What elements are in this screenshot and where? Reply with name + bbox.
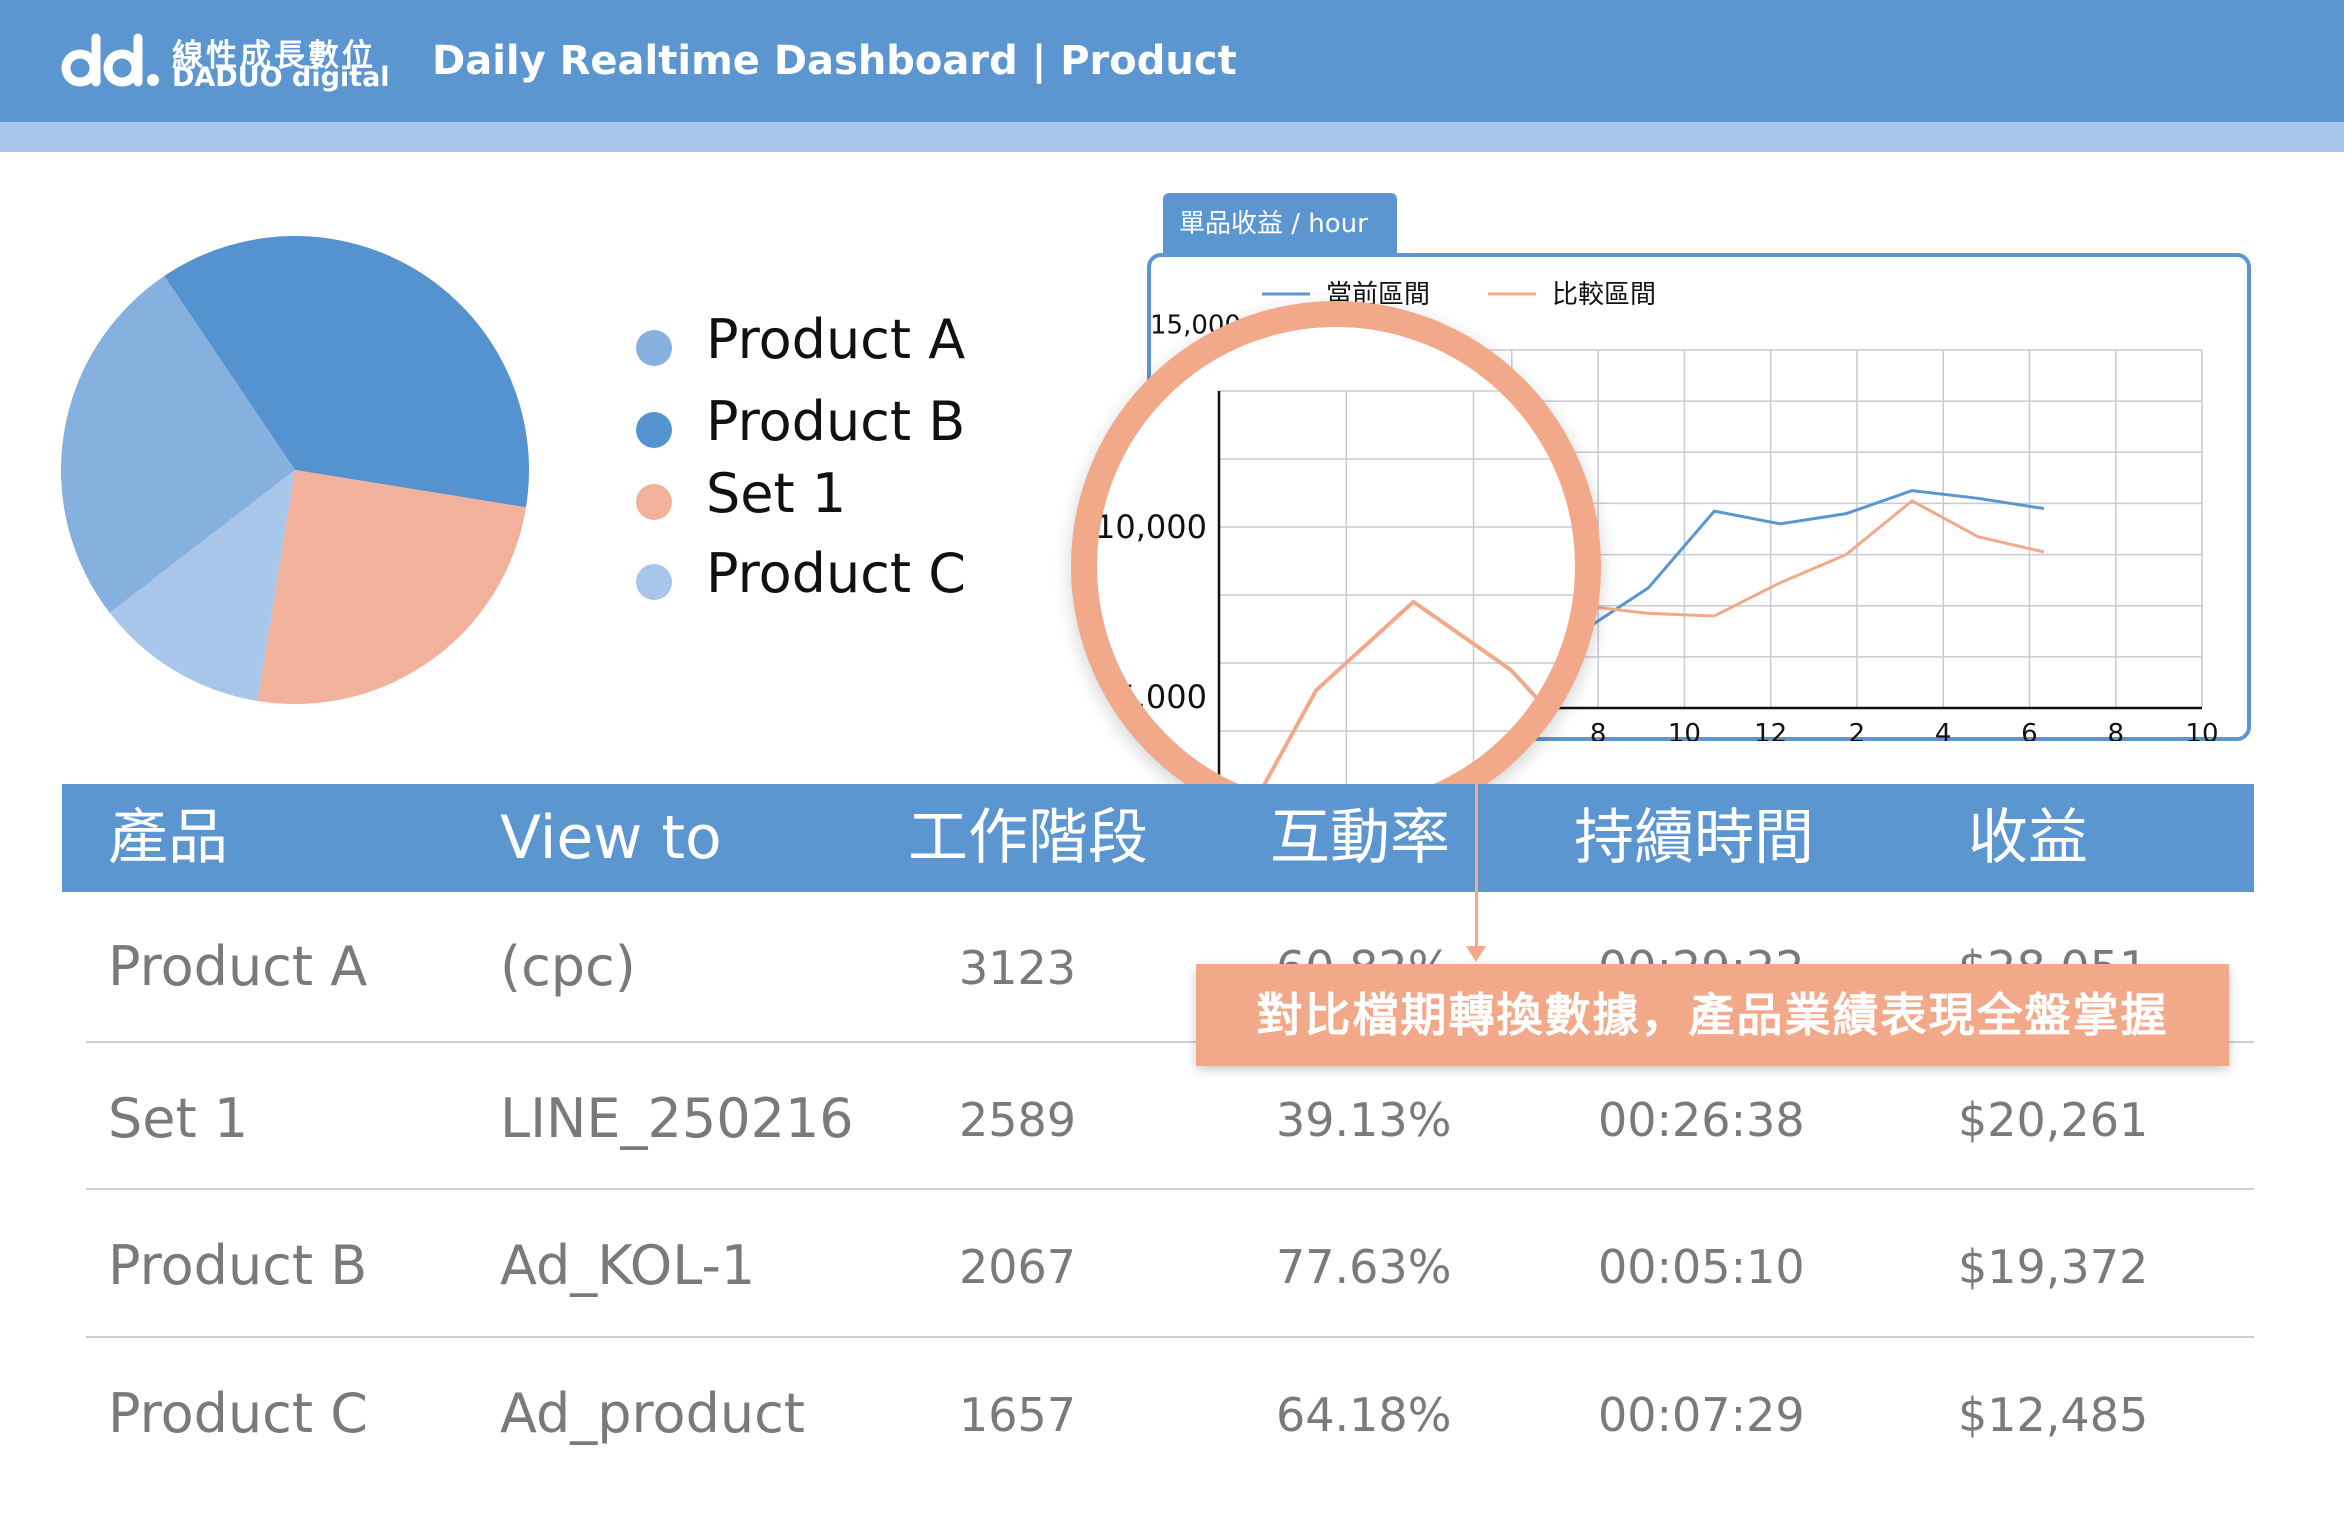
table-header-row: 產品 View to 工作階段 互動率 持續時間 收益 (62, 784, 2254, 892)
callout-banner: 對比檔期轉換數據，產品業績表現全盤掌握 (1196, 964, 2229, 1066)
legend-dot-icon (636, 412, 672, 448)
cell-view-to: (cpc) (500, 935, 636, 998)
callout-arrow-icon (1466, 946, 1486, 962)
cell-sessions: 2067 (959, 1240, 1077, 1294)
cell-duration: 00:26:38 (1598, 1093, 1805, 1147)
x-tick-label: 4 (1935, 719, 1952, 741)
y-tick-label: 10,000 (1095, 508, 1207, 546)
legend-dot-icon (636, 564, 672, 600)
cell-view-to: Ad_product (500, 1382, 805, 1445)
x-tick-label: 2 (1849, 719, 1866, 741)
legend-dot-icon (636, 484, 672, 520)
column-header-sessions: 工作階段 (908, 803, 1148, 873)
cell-revenue: $19,372 (1958, 1240, 2149, 1294)
cell-product: Product A (108, 935, 368, 998)
cell-product: Set 1 (108, 1087, 249, 1150)
x-tick-label: 8 (1590, 719, 1607, 741)
product-pie-chart (60, 235, 529, 704)
cell-sessions: 2589 (959, 1093, 1077, 1147)
x-tick-label: 8 (2107, 719, 2124, 741)
pie-slice-set-1[interactable] (257, 470, 526, 704)
callout-pointer-line (1475, 784, 1478, 952)
cell-revenue: $20,261 (1958, 1093, 2149, 1147)
table-row-divider (86, 1336, 2254, 1338)
y-tick-label: 5,000 (1115, 678, 1207, 716)
column-header-revenue: 收益 (1968, 803, 2088, 873)
cell-view-to: LINE_250216 (500, 1087, 854, 1150)
cell-product: Product B (108, 1234, 368, 1297)
cell-duration: 00:05:10 (1598, 1240, 1805, 1294)
magnifier-lens: 05,00010,00015,0001224681012246810 (1071, 301, 1601, 831)
line-legend-label: 比較區間 (1552, 280, 1656, 310)
column-header-duration: 持續時間 (1574, 803, 1814, 873)
logo-english-text: DADUO digital (172, 62, 390, 93)
x-tick-label: 12 (1754, 719, 1787, 741)
cell-revenue: $12,485 (1958, 1388, 2149, 1442)
column-header-view-to: View to (500, 803, 722, 873)
page-title: Daily Realtime Dashboard | Product (432, 38, 1237, 84)
daduo-logo-icon (61, 33, 159, 87)
legend-label: Product A (706, 308, 966, 371)
cell-engagement: 77.63% (1276, 1240, 1452, 1294)
legend-label: Set 1 (706, 462, 847, 525)
y-tick-label: 15,000 (1095, 338, 1207, 376)
column-header-engagement: 互動率 (1270, 803, 1450, 873)
cell-sessions: 1657 (959, 1388, 1077, 1442)
legend-label: Product C (706, 542, 966, 605)
cell-engagement: 64.18% (1276, 1388, 1452, 1442)
cell-view-to: Ad_KOL-1 (500, 1234, 756, 1297)
chart-tab-label[interactable]: 單品收益 / hour (1163, 193, 1397, 255)
x-tick-label: 10 (1668, 719, 1701, 741)
cell-sessions: 3123 (959, 941, 1077, 995)
cell-duration: 00:07:29 (1598, 1388, 1805, 1442)
cell-engagement: 39.13% (1276, 1093, 1452, 1147)
legend-label: Product B (706, 390, 966, 453)
header-sub-bar (0, 122, 2344, 152)
magnified-chart-view: 05,00010,00015,0001224681012246810 (1095, 338, 1575, 805)
legend-dot-icon (636, 330, 672, 366)
x-tick-label: 10 (2185, 719, 2218, 741)
table-row-divider (86, 1188, 2254, 1190)
column-header-product: 產品 (108, 803, 228, 873)
cell-product: Product C (108, 1382, 368, 1445)
x-tick-label: 6 (2021, 719, 2038, 741)
